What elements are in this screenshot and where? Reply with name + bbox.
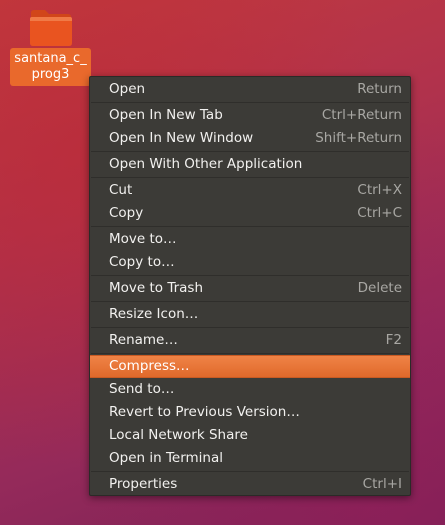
menu-item-label: Send to… bbox=[109, 381, 175, 397]
context-menu: Open Return Open In New Tab Ctrl+Return … bbox=[89, 76, 411, 496]
menu-separator bbox=[91, 275, 409, 276]
menu-item-open-with-other-application[interactable]: Open With Other Application bbox=[90, 153, 410, 176]
menu-item-label: Cut bbox=[109, 182, 133, 198]
menu-item-move-to[interactable]: Move to… bbox=[90, 228, 410, 251]
menu-item-open-in-terminal[interactable]: Open in Terminal bbox=[90, 447, 410, 470]
menu-item-label: Open in Terminal bbox=[109, 450, 223, 466]
menu-item-open-in-new-tab[interactable]: Open In New Tab Ctrl+Return bbox=[90, 104, 410, 127]
menu-item-label: Move to… bbox=[109, 231, 177, 247]
menu-item-shortcut: Return bbox=[357, 81, 402, 97]
folder-name-line1: santana_c_ bbox=[14, 51, 87, 66]
folder-name-line2: prog3 bbox=[31, 67, 70, 82]
menu-item-label: Open With Other Application bbox=[109, 156, 303, 172]
menu-item-shortcut: Ctrl+I bbox=[362, 476, 402, 492]
menu-separator bbox=[91, 327, 409, 328]
folder-name-label: santana_c_ prog3 bbox=[10, 48, 91, 86]
menu-separator bbox=[91, 353, 409, 354]
menu-item-shortcut: Delete bbox=[357, 280, 402, 296]
menu-item-label: Open In New Tab bbox=[109, 107, 223, 123]
folder-icon bbox=[29, 7, 73, 47]
menu-item-open[interactable]: Open Return bbox=[90, 78, 410, 101]
menu-item-label: Copy bbox=[109, 205, 144, 221]
menu-item-label: Copy to… bbox=[109, 254, 175, 270]
menu-item-label: Resize Icon… bbox=[109, 306, 199, 322]
menu-item-shortcut: Ctrl+X bbox=[357, 182, 402, 198]
menu-separator bbox=[91, 102, 409, 103]
menu-separator bbox=[91, 471, 409, 472]
menu-item-label: Properties bbox=[109, 476, 178, 492]
menu-separator bbox=[91, 301, 409, 302]
menu-item-resize-icon[interactable]: Resize Icon… bbox=[90, 303, 410, 326]
menu-item-label: Move to Trash bbox=[109, 280, 204, 296]
menu-item-copy[interactable]: Copy Ctrl+C bbox=[90, 202, 410, 225]
menu-item-label: Compress… bbox=[109, 358, 190, 374]
menu-item-label: Open In New Window bbox=[109, 130, 254, 146]
menu-item-properties[interactable]: Properties Ctrl+I bbox=[90, 473, 410, 496]
menu-item-label: Local Network Share bbox=[109, 427, 248, 443]
menu-separator bbox=[91, 226, 409, 227]
menu-item-label: Rename… bbox=[109, 332, 178, 348]
menu-item-local-network-share[interactable]: Local Network Share bbox=[90, 424, 410, 447]
menu-item-compress[interactable]: Compress… bbox=[90, 355, 410, 378]
desktop-folder-icon[interactable]: santana_c_ prog3 bbox=[10, 4, 91, 86]
menu-item-shortcut: Ctrl+C bbox=[357, 205, 402, 221]
menu-item-revert-to-previous-version[interactable]: Revert to Previous Version… bbox=[90, 401, 410, 424]
menu-item-cut[interactable]: Cut Ctrl+X bbox=[90, 179, 410, 202]
menu-item-label: Open bbox=[109, 81, 146, 97]
menu-item-open-in-new-window[interactable]: Open In New Window Shift+Return bbox=[90, 127, 410, 150]
menu-separator bbox=[91, 151, 409, 152]
menu-item-shortcut: Shift+Return bbox=[315, 130, 402, 146]
menu-item-rename[interactable]: Rename… F2 bbox=[90, 329, 410, 352]
menu-item-send-to[interactable]: Send to… bbox=[90, 378, 410, 401]
menu-item-move-to-trash[interactable]: Move to Trash Delete bbox=[90, 277, 410, 300]
menu-item-shortcut: F2 bbox=[385, 332, 402, 348]
menu-item-copy-to[interactable]: Copy to… bbox=[90, 251, 410, 274]
menu-separator bbox=[91, 177, 409, 178]
menu-item-label: Revert to Previous Version… bbox=[109, 404, 300, 420]
menu-item-shortcut: Ctrl+Return bbox=[321, 107, 402, 123]
